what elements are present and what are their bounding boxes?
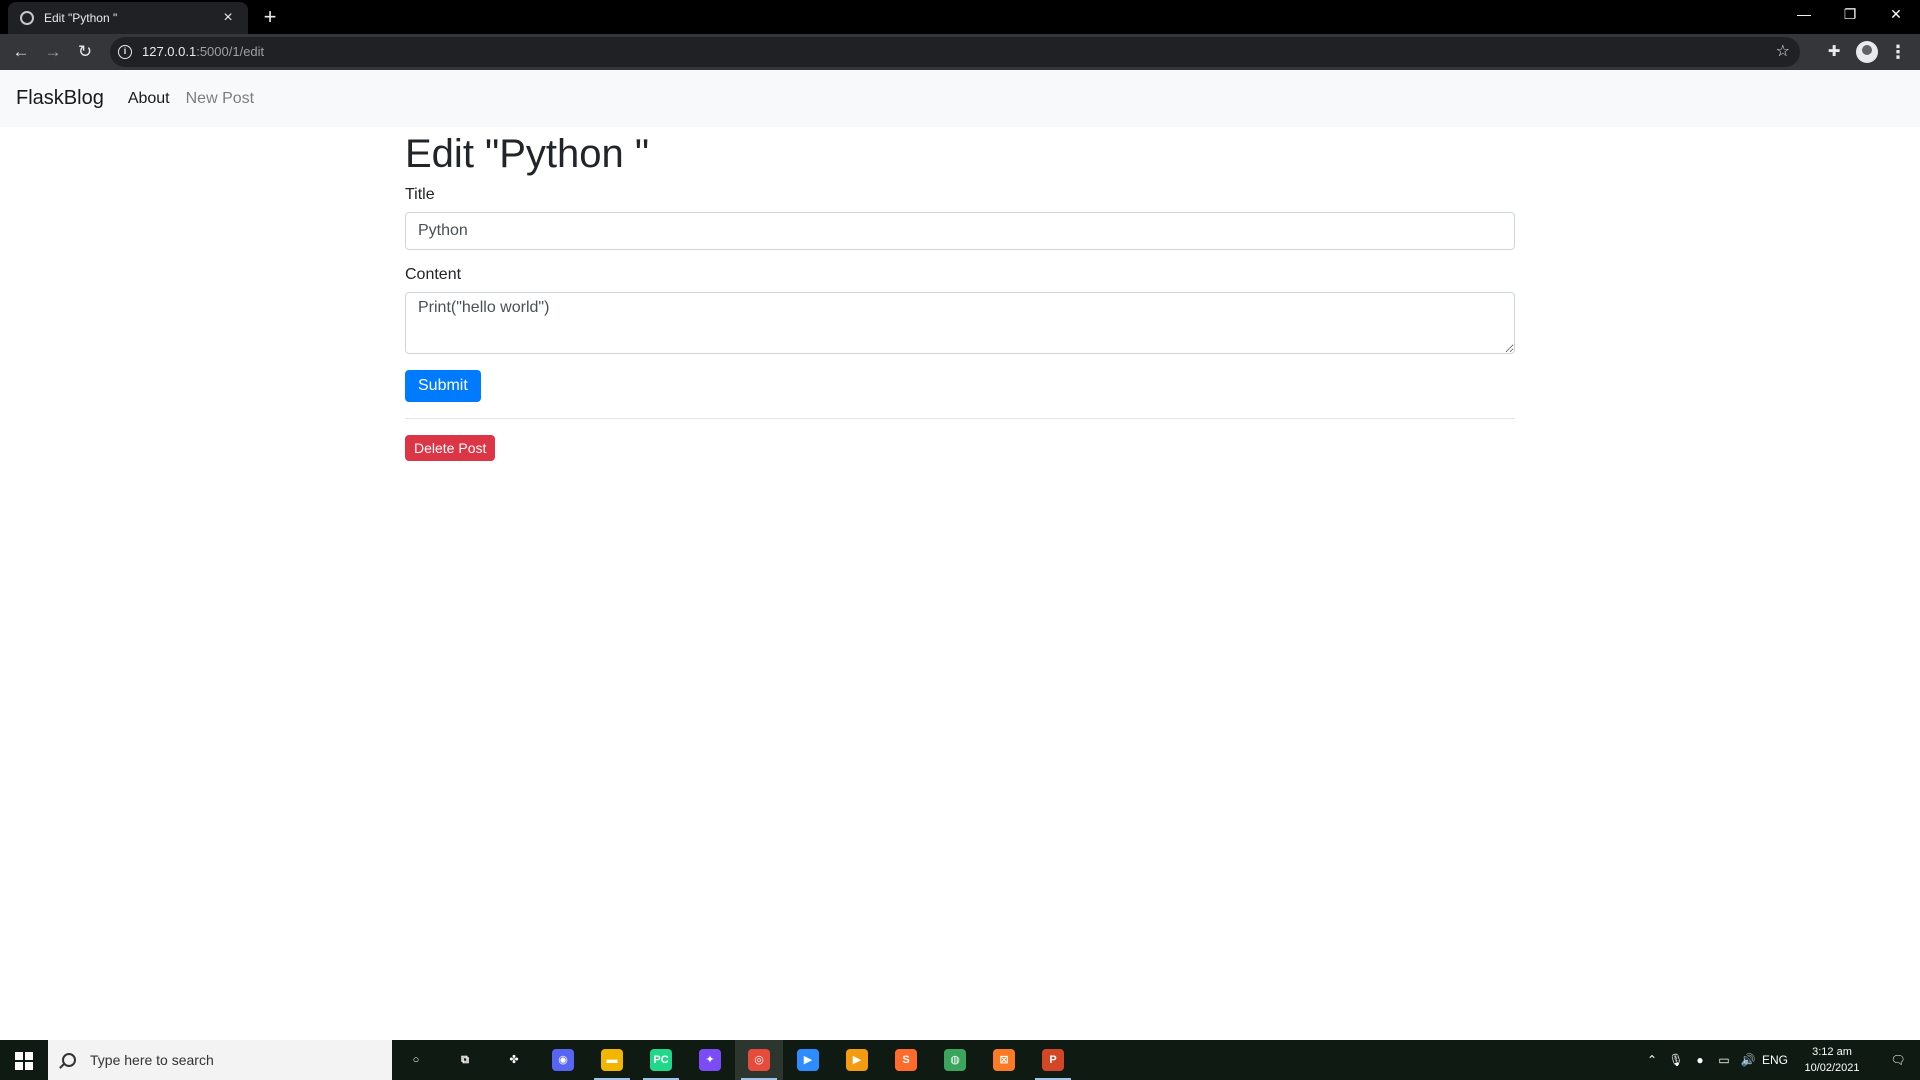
title-group: Title — [405, 186, 1515, 250]
file-explorer-icon-glyph: ▬ — [601, 1049, 623, 1071]
sublime-icon-glyph: S — [895, 1049, 917, 1071]
restore-button[interactable]: ❐ — [1827, 0, 1873, 30]
browser-tab-bar: Edit "Python " × + — ❐ ✕ — [0, 0, 1920, 34]
network-icon[interactable]: ▭ — [1712, 1040, 1736, 1080]
game-icon-glyph: ✤ — [509, 1054, 519, 1066]
messenger-icon-glyph: ✦ — [699, 1049, 721, 1071]
notifications-icon[interactable]: 🗨 — [1878, 1040, 1918, 1080]
title-input[interactable] — [405, 212, 1515, 250]
back-icon[interactable]: ← — [9, 40, 33, 64]
address-bar[interactable]: i 127.0.0.1:5000/1/edit ☆ — [110, 37, 1800, 67]
discord-icon-glyph: ◉ — [552, 1049, 574, 1071]
extensions-icon[interactable]: ✚ — [1822, 40, 1846, 64]
zoom-icon-glyph: ▶ — [797, 1049, 819, 1071]
content-group: Content Print("hello world") — [405, 266, 1515, 354]
media-player-icon[interactable]: ▶ — [833, 1040, 881, 1080]
windows-taskbar: Type here to search ○ ⧉ ✤ ◉ ▬ PC ✦ ◎ ▶ ▶ S ◍ ⊠ P ⌃ 🎙 … — [0, 1040, 1920, 1080]
search-icon — [62, 1053, 76, 1067]
new-tab-button[interactable]: + — [258, 5, 282, 29]
chrome-icon[interactable]: ◎ — [735, 1040, 783, 1080]
site-navbar: FlaskBlog About New Post — [0, 70, 1920, 127]
xampp-icon[interactable]: ⊠ — [980, 1040, 1028, 1080]
sublime-icon[interactable]: S — [882, 1040, 930, 1080]
anaconda-icon[interactable]: ◍ — [931, 1040, 979, 1080]
file-explorer-icon[interactable]: ▬ — [588, 1040, 636, 1080]
powerpoint-icon[interactable]: P — [1029, 1040, 1077, 1080]
page-title: Edit "Python " — [405, 132, 650, 176]
discord-icon[interactable]: ◉ — [539, 1040, 587, 1080]
content-label: Content — [405, 266, 462, 283]
delete-post-button[interactable]: Delete Post — [405, 435, 496, 461]
tab-close-icon[interactable]: × — [220, 10, 236, 26]
submit-button[interactable]: Submit — [405, 370, 481, 402]
browser-menu-icon[interactable]: ⋮ — [1886, 40, 1910, 64]
bookmark-star-icon[interactable]: ☆ — [1776, 41, 1790, 61]
taskbar-clock[interactable]: 3:12 am 10/02/2021 — [1790, 1044, 1874, 1076]
volume-icon[interactable]: 🔊 — [1736, 1040, 1760, 1080]
browser-toolbar: ← → ↻ i 127.0.0.1:5000/1/edit ☆ — [0, 34, 1920, 70]
microphone-icon[interactable]: 🎙 — [1664, 1040, 1688, 1080]
tab-title: Edit "Python " — [44, 11, 118, 25]
globe-icon — [20, 11, 34, 25]
close-window-button[interactable]: ✕ — [1873, 0, 1919, 30]
language-indicator[interactable]: ENG — [1760, 1040, 1790, 1080]
url-text: 127.0.0.1:5000/1/edit — [142, 44, 265, 59]
media-player-icon-glyph: ▶ — [846, 1049, 868, 1071]
taskbar-search-box[interactable]: Type here to search — [48, 1040, 392, 1080]
windows-start-icon[interactable] — [0, 1040, 48, 1080]
cortana-icon[interactable]: ○ — [392, 1040, 440, 1080]
forward-icon[interactable]: → — [41, 40, 65, 64]
messenger-icon[interactable]: ✦ — [686, 1040, 734, 1080]
game-icon[interactable]: ✤ — [490, 1040, 538, 1080]
task-view-icon-glyph: ⧉ — [461, 1054, 469, 1066]
pycharm-icon[interactable]: PC — [637, 1040, 685, 1080]
nav-link-about[interactable]: About — [128, 90, 170, 108]
clock-time: 3:12 am — [1812, 1046, 1852, 1058]
info-icon[interactable]: i — [118, 45, 132, 59]
pycharm-icon-glyph: PC — [650, 1049, 672, 1071]
brand-link[interactable]: FlaskBlog — [16, 87, 104, 110]
taskbar-search-placeholder: Type here to search — [90, 1052, 214, 1068]
tray-app-icon[interactable]: ● — [1688, 1040, 1712, 1080]
clock-date: 10/02/2021 — [1804, 1062, 1860, 1074]
reload-icon[interactable]: ↻ — [73, 40, 97, 64]
chrome-icon-glyph: ◎ — [748, 1049, 770, 1071]
nav-link-new-post[interactable]: New Post — [186, 90, 254, 108]
edit-post-form: Title Content Print("hello world") Submi… — [405, 186, 1515, 402]
profile-avatar-icon[interactable] — [1856, 41, 1878, 63]
powerpoint-icon-glyph: P — [1042, 1049, 1064, 1071]
main-content: Edit "Python " Title Content Print("hell… — [405, 127, 1515, 461]
divider — [405, 418, 1515, 419]
anaconda-icon-glyph: ◍ — [944, 1049, 966, 1071]
minimize-button[interactable]: — — [1781, 0, 1827, 30]
content-textarea[interactable]: Print("hello world") — [405, 292, 1515, 354]
cortana-icon-glyph: ○ — [412, 1054, 420, 1066]
zoom-icon[interactable]: ▶ — [784, 1040, 832, 1080]
xampp-icon-glyph: ⊠ — [993, 1049, 1015, 1071]
title-label: Title — [405, 186, 435, 203]
browser-tab[interactable]: Edit "Python " × — [8, 2, 248, 34]
tray-expand-icon[interactable]: ⌃ — [1640, 1040, 1664, 1080]
task-view-icon[interactable]: ⧉ — [441, 1040, 489, 1080]
submit-group: Submit — [405, 370, 1515, 402]
